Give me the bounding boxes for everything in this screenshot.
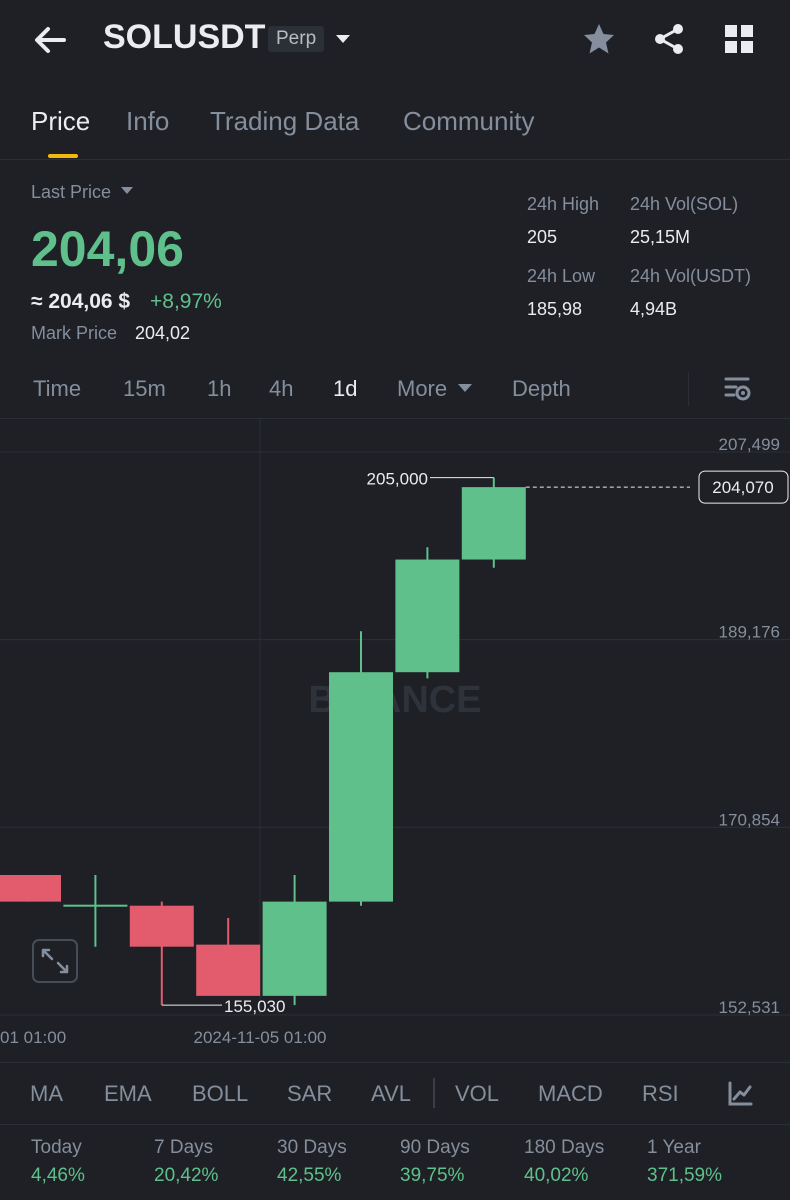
low-24h-value: 185,98: [527, 299, 583, 319]
divider: [688, 372, 689, 406]
divider: [0, 159, 790, 160]
candlestick-chart[interactable]: BINANCE205,000155,030207,499189,176170,8…: [0, 419, 790, 1064]
high-24h-label: 24h High: [527, 194, 600, 214]
perf-label-7d: 7 Days: [154, 1137, 214, 1158]
y-tick-label: 189,176: [719, 623, 780, 642]
mark-price: 204,02: [135, 323, 191, 343]
top-bar: SOLUSDT Perp: [0, 0, 790, 80]
perf-value-1y: 371,59%: [647, 1165, 723, 1186]
indicator-macd[interactable]: MACD: [538, 1081, 603, 1107]
y-tick-label: 207,499: [719, 435, 780, 454]
divider: [0, 1062, 790, 1063]
current-price-label: 204,070: [712, 478, 773, 497]
low-24h-label: 24h Low: [527, 266, 596, 286]
candle-body: [461, 487, 526, 560]
perf-label-1y: 1 Year: [647, 1137, 701, 1158]
candle-body: [196, 944, 261, 996]
y-tick-label: 170,854: [719, 810, 780, 829]
contract-type-badge: Perp: [268, 26, 325, 52]
x-tick-label: 01 01:00: [0, 1028, 66, 1047]
star-icon[interactable]: [582, 22, 616, 56]
indicator-avl[interactable]: AVL: [371, 1081, 411, 1107]
perf-label-30d: 30 Days: [277, 1137, 347, 1158]
candle-body: [329, 672, 393, 902]
candle-body: [262, 901, 327, 996]
indicator-rsi[interactable]: RSI: [642, 1081, 679, 1107]
interval-15m[interactable]: 15m: [123, 376, 166, 402]
active-tab-indicator: [48, 154, 78, 158]
tab-price[interactable]: Price: [31, 106, 90, 137]
min-price-label: 155,030: [224, 997, 285, 1016]
interval-more[interactable]: More: [397, 376, 473, 402]
vol-usdt-label: 24h Vol(USDT): [630, 266, 752, 286]
mark-price-label: Mark Price: [31, 323, 118, 343]
last-price: 204,06: [31, 221, 184, 277]
perf-label-180d: 180 Days: [524, 1137, 605, 1158]
indicator-settings-icon[interactable]: [727, 1081, 753, 1107]
indicator-boll[interactable]: BOLL: [192, 1081, 248, 1107]
vol-usdt-value: 4,94B: [630, 299, 678, 319]
vol-sol-value: 25,15M: [630, 227, 691, 247]
interval-1d[interactable]: 1d: [333, 376, 357, 402]
symbol-title[interactable]: SOLUSDT: [103, 18, 265, 57]
fullscreen-expand-icon[interactable]: [32, 939, 78, 983]
tab-trading-data[interactable]: Trading Data: [210, 106, 359, 137]
interval-depth[interactable]: Depth: [512, 376, 571, 402]
indicator-vol[interactable]: VOL: [455, 1081, 499, 1107]
chevron-down-icon: [121, 187, 134, 194]
last-price-label[interactable]: Last Price: [31, 182, 134, 203]
back-arrow-icon[interactable]: [30, 20, 70, 60]
chevron-down-icon: [458, 384, 473, 392]
indicator-sar[interactable]: SAR: [287, 1081, 332, 1107]
candle-body: [63, 904, 128, 907]
interval-1h[interactable]: 1h: [207, 376, 231, 402]
tab-info[interactable]: Info: [126, 106, 169, 137]
perf-value-today: 4,46%: [31, 1165, 85, 1186]
perf-label-90d: 90 Days: [400, 1137, 470, 1158]
share-icon[interactable]: [652, 22, 686, 56]
chart-settings-icon[interactable]: [724, 376, 752, 402]
divider: [0, 1124, 790, 1125]
perf-value-180d: 40,02%: [524, 1165, 589, 1186]
price-approx-usd: ≈ 204,06 $: [31, 290, 131, 313]
high-24h-value: 205: [527, 227, 558, 247]
candle-body: [395, 559, 460, 673]
interval-time[interactable]: Time: [33, 376, 81, 402]
perf-value-90d: 39,75%: [400, 1165, 465, 1186]
max-price-label: 205,000: [367, 470, 428, 489]
chevron-down-icon[interactable]: [333, 30, 353, 48]
y-tick-label: 152,531: [719, 998, 780, 1017]
perf-label-today: Today: [31, 1137, 82, 1158]
perf-value-7d: 20,42%: [154, 1165, 219, 1186]
perf-value-30d: 42,55%: [277, 1165, 342, 1186]
indicator-ma[interactable]: MA: [30, 1081, 63, 1107]
x-tick-label: 2024-11-05 01:00: [194, 1028, 327, 1047]
price-change-percent: +8,97%: [150, 290, 222, 313]
tab-community[interactable]: Community: [403, 106, 534, 137]
candle-body: [129, 905, 194, 947]
candle-body: [0, 874, 61, 902]
divider: [433, 1078, 435, 1108]
indicator-ema[interactable]: EMA: [104, 1081, 152, 1107]
vol-sol-label: 24h Vol(SOL): [630, 194, 739, 214]
grid-icon[interactable]: [723, 22, 755, 56]
interval-4h[interactable]: 4h: [269, 376, 293, 402]
